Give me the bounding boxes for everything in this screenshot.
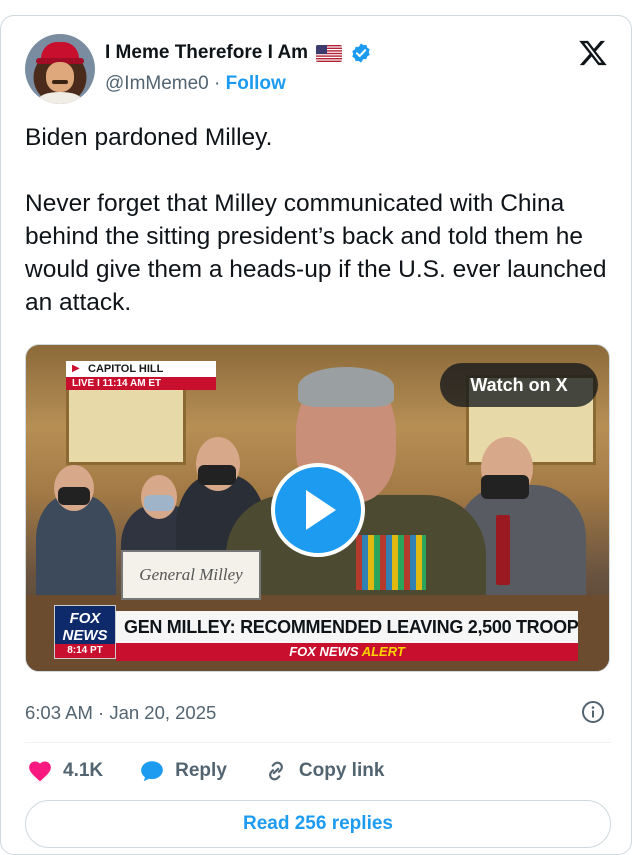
heart-icon (29, 761, 51, 782)
copy-link-button[interactable]: Copy link (263, 758, 385, 784)
us-flag-icon (316, 44, 343, 62)
face-mask (198, 465, 236, 485)
info-icon[interactable] (581, 700, 605, 724)
author-name[interactable]: I Meme Therefore I Am (105, 42, 308, 64)
play-icon (306, 490, 336, 530)
copy-link-label: Copy link (298, 760, 385, 781)
tweet-timestamp[interactable]: 6:03 AM · Jan 20, 2025 (25, 702, 216, 724)
news-alert-bar: FOX NEWS ALERT (116, 643, 578, 661)
verified-badge-icon (352, 43, 370, 63)
audience-person (36, 495, 116, 605)
follow-button[interactable]: Follow (226, 73, 286, 94)
separator-dot: · (214, 73, 221, 94)
play-button[interactable] (271, 463, 365, 557)
face-shape (46, 62, 74, 92)
live-label: LIVE I 11:14 AM ET (66, 377, 216, 390)
mustache-shape (52, 80, 68, 84)
collar-shape (39, 92, 81, 104)
face-mask (481, 475, 529, 499)
reply-label: Reply (175, 760, 227, 781)
author-handle[interactable]: @ImMeme0 (105, 73, 209, 94)
video-player[interactable]: General Milley CAPITOL HILL LIVE I 11:14… (25, 344, 610, 672)
action-bar: 4.1K Reply Copy link (27, 758, 420, 784)
reply-button[interactable]: Reply (139, 758, 227, 784)
fox-news-logo: FOX NEWS 8:14 PT (54, 605, 116, 659)
network-logo-text: FOX NEWS (62, 610, 108, 644)
location-label: CAPITOL HILL (66, 361, 216, 377)
face-mask (58, 487, 90, 505)
tweet-card: I Meme Therefore I Am @ImMeme0 · Follow … (0, 15, 632, 855)
news-lower-third: FOX NEWS 8:14 PT GEN MILLEY: RECOMMENDED… (26, 605, 609, 665)
author-name-row: I Meme Therefore I Am (105, 42, 372, 64)
watch-on-x-button[interactable]: Watch on X (440, 363, 598, 407)
tweet-text: Biden pardoned Milley. Never forget that… (25, 124, 607, 316)
divider (25, 742, 611, 743)
network-time: 8:14 PT (55, 644, 115, 658)
like-count: 4.1K (63, 760, 104, 781)
alert-word: ALERT (361, 644, 405, 659)
read-replies-button[interactable]: Read 256 replies (25, 800, 611, 848)
author-handle-row: @ImMeme0 · Follow (105, 73, 286, 95)
nameplate: General Milley (121, 550, 261, 600)
like-button[interactable]: 4.1K (27, 758, 103, 784)
link-icon (268, 761, 283, 781)
reply-bubble-icon (141, 761, 163, 782)
red-tie (496, 515, 510, 585)
alert-prefix: FOX NEWS (289, 644, 359, 659)
news-headline: GEN MILLEY: RECOMMENDED LEAVING 2,500 TR… (116, 611, 578, 643)
medal-ribbons (356, 535, 426, 590)
avatar[interactable] (25, 34, 95, 104)
face-mask (144, 495, 174, 511)
general-hair (298, 367, 394, 407)
location-chyron: CAPITOL HILL LIVE I 11:14 AM ET (66, 361, 216, 390)
x-logo-icon[interactable] (578, 38, 608, 68)
